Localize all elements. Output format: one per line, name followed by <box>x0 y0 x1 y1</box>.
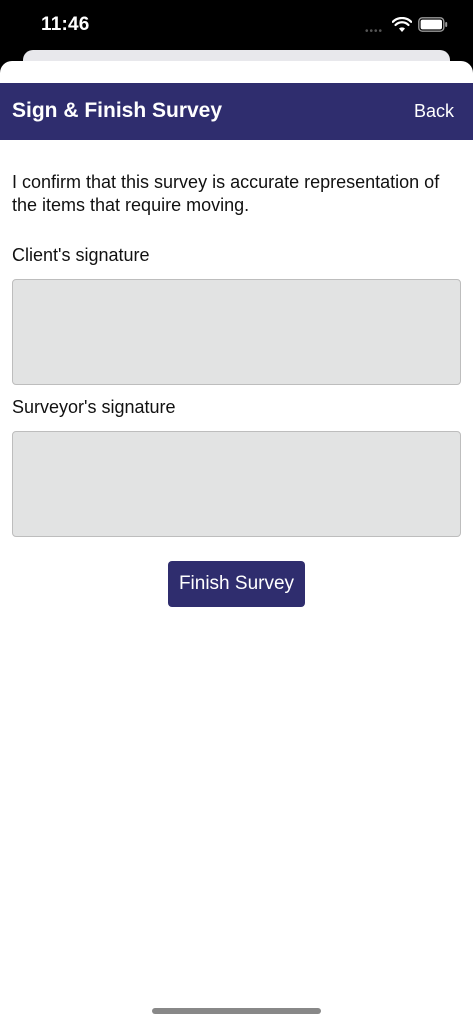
nav-bar: Sign & Finish Survey Back <box>0 83 473 140</box>
page-title: Sign & Finish Survey <box>12 99 223 122</box>
form-content: I confirm that this survey is accurate r… <box>12 171 462 537</box>
back-button[interactable]: Back <box>414 101 454 122</box>
battery-icon <box>418 17 448 32</box>
status-time: 11:46 <box>41 14 90 35</box>
client-signature-pad[interactable] <box>12 279 461 385</box>
client-signature-label: Client's signature <box>12 245 150 265</box>
signal-icon: •••• <box>365 26 384 37</box>
surveyor-signature-pad[interactable] <box>12 431 461 537</box>
status-bar: 11:46 •••• <box>0 0 473 56</box>
confirmation-text: I confirm that this survey is accurate r… <box>12 172 440 215</box>
wifi-icon <box>392 17 412 32</box>
home-indicator <box>152 1008 321 1014</box>
modal-sheet: Sign & Finish Survey Back I confirm that… <box>0 61 473 1024</box>
surveyor-signature-label: Surveyor's signature <box>12 397 176 417</box>
finish-survey-button[interactable]: Finish Survey <box>168 561 305 607</box>
